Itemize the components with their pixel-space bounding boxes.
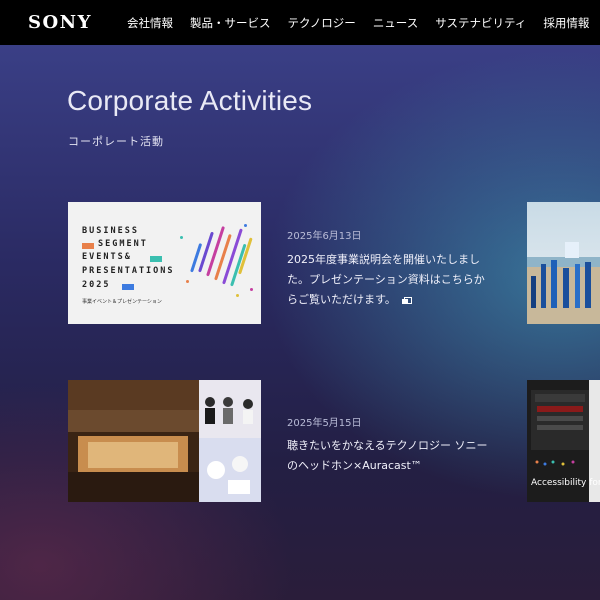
main-nav: 会社情報 製品・サービス テクノロジー ニュース サステナビリティ 採用情報	[127, 15, 600, 31]
deco-dot	[236, 294, 239, 297]
page-title: Corporate Activities	[67, 85, 313, 116]
thumbnail-caption: 事業イベント＆プレゼンテーション	[82, 299, 162, 305]
deco-dot	[250, 288, 253, 291]
thumbnail-line-1: BUSINESS	[82, 226, 139, 236]
orange-bar	[82, 243, 94, 249]
card-date: 2025年5月15日	[287, 418, 362, 429]
top-nav: SONY 会社情報 製品・サービス テクノロジー ニュース サステナビリティ 採…	[0, 0, 600, 45]
deco-dot	[186, 280, 189, 283]
card-description-text: 2025年度事業説明会を開催いたしました。プレゼンテーション資料はこちらからご覧…	[287, 253, 485, 306]
deco-dot	[244, 224, 247, 227]
card-date: 2025年6月13日	[287, 231, 362, 242]
concert-headphones-thumbnail[interactable]	[68, 380, 261, 502]
card-description[interactable]: 聴きたいをかなえるテクノロジー ソニーのヘッドホン×Auracast™	[287, 436, 492, 476]
blue-bar	[122, 284, 134, 290]
thumbnail-line-4: PRESENTATIONS	[82, 266, 175, 276]
nav-item-products[interactable]: 製品・サービス	[190, 15, 271, 31]
card-description[interactable]: 2025年度事業説明会を開催いたしました。プレゼンテーション資料はこちらからご覧…	[287, 250, 492, 310]
nav-item-careers[interactable]: 採用情報	[543, 15, 589, 31]
nav-item-news[interactable]: ニュース	[373, 15, 418, 31]
accessibility-thumbnail[interactable]: Accessibility for A	[527, 380, 600, 502]
thumbnail-line-3: EVENTS&	[82, 252, 132, 262]
nav-item-company[interactable]: 会社情報	[127, 15, 173, 31]
nav-item-sustainability[interactable]: サステナビリティ	[435, 15, 526, 31]
business-events-thumbnail[interactable]: BUSINESS SEGMENT EVENTS& PRESENTATIONS 2…	[68, 202, 261, 324]
corporate-activities-section: Corporate Activities コーポレート活動 BUSINESS S…	[0, 45, 600, 600]
sony-logo[interactable]: SONY	[28, 12, 92, 33]
page-subtitle: コーポレート活動	[68, 135, 164, 148]
deco-dot	[180, 236, 183, 239]
nav-item-technology[interactable]: テクノロジー	[288, 15, 356, 31]
external-link-icon	[401, 297, 412, 304]
teal-bar	[150, 256, 162, 262]
thumbnail-line-2: SEGMENT	[98, 239, 148, 249]
thumbnail-line-5: 2025	[82, 280, 111, 290]
beach-event-thumbnail[interactable]	[527, 202, 600, 324]
accessibility-badge-text: Accessibility for A	[531, 478, 600, 488]
